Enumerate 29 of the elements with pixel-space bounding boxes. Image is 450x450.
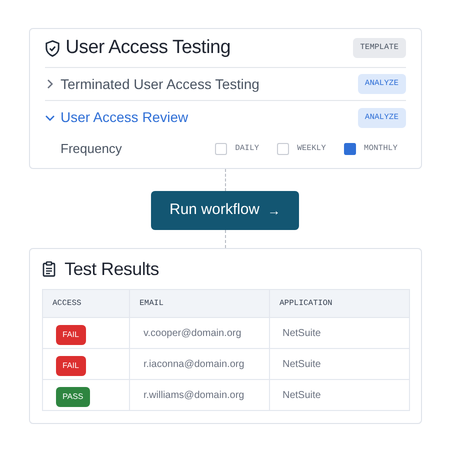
table-cell: NetSuite [269, 318, 409, 348]
checkbox-label: MONTHLY [364, 143, 398, 155]
template-badge: TEMPLATE [353, 38, 406, 58]
column-header: EMAIL [129, 290, 269, 318]
checkbox-label: WEEKLY [297, 143, 326, 155]
chevron-right-icon[interactable] [44, 79, 54, 89]
card-title: User Access Testing [66, 36, 231, 60]
frequency-label: Frequency [60, 140, 122, 158]
shield-check-icon [44, 40, 60, 56]
analyze-button[interactable]: ANALYZE [358, 74, 406, 94]
status-badge: FAIL [56, 325, 86, 345]
workflow-item[interactable]: Terminated User Access Testing [60, 74, 260, 94]
table-cell: r.iaconna@domain.org [129, 348, 269, 380]
status-badge: FAIL [56, 356, 86, 376]
column-header: ACCESS [42, 290, 129, 318]
chevron-down-icon[interactable] [44, 112, 54, 122]
table-cell: r.williams@domain.org [129, 380, 269, 410]
table-cell: NetSuite [269, 348, 409, 380]
clipboard-icon [42, 261, 56, 277]
card-title: Test Results [64, 258, 159, 280]
checkbox-label: DAILY [235, 143, 260, 155]
run-workflow-button[interactable]: Run workflow → [151, 191, 299, 230]
table-cell: NetSuite [269, 380, 409, 410]
column-header: APPLICATION [269, 290, 409, 318]
workflow-item[interactable]: User Access Review [60, 107, 188, 128]
status-badge: PASS [56, 387, 90, 407]
table-cell: v.cooper@domain.org [129, 318, 269, 348]
analyze-button[interactable]: ANALYZE [358, 108, 406, 128]
checkbox[interactable] [344, 143, 356, 155]
